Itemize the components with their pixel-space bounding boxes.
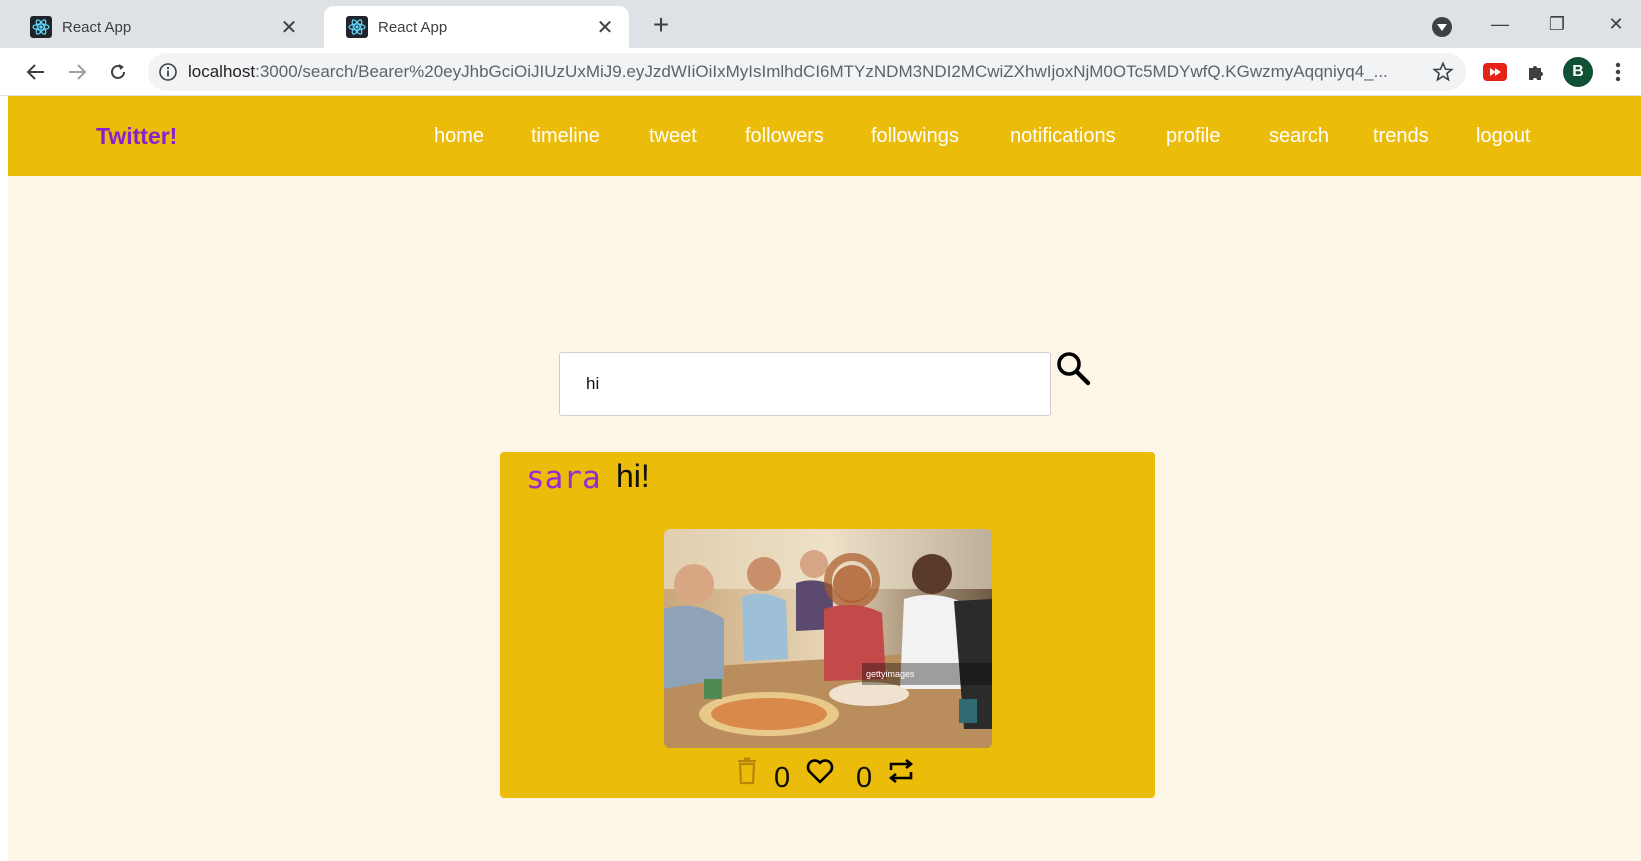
tab-title: React App: [62, 18, 132, 36]
puzzle-icon[interactable]: [1523, 60, 1549, 84]
react-logo-icon: [346, 16, 368, 38]
nav-logout[interactable]: logout: [1476, 125, 1531, 148]
close-icon[interactable]: ✕: [279, 15, 299, 40]
kebab-menu-icon[interactable]: [1610, 58, 1626, 86]
reload-icon[interactable]: [104, 58, 132, 86]
retweet-icon[interactable]: [886, 756, 916, 786]
search-icon[interactable]: [1053, 348, 1093, 388]
info-icon[interactable]: [158, 62, 178, 82]
tweet-username[interactable]: sara: [526, 460, 601, 496]
minimize-button[interactable]: —: [1480, 8, 1520, 40]
tab-search-icon[interactable]: [1432, 17, 1452, 37]
photo-watermark: gettyimages: [866, 669, 915, 679]
search-input[interactable]: [559, 352, 1051, 416]
tab-title: React App: [378, 18, 448, 36]
avatar[interactable]: B: [1563, 57, 1593, 87]
nav-tweet[interactable]: tweet: [649, 125, 697, 148]
restore-button[interactable]: ❐: [1537, 8, 1577, 40]
browser-tab-2[interactable]: React App ✕: [324, 6, 629, 48]
url-host: localhost: [188, 62, 256, 81]
forward-arrow-icon[interactable]: [63, 58, 91, 86]
new-tab-button[interactable]: +: [647, 11, 675, 40]
nav-trends[interactable]: trends: [1373, 125, 1429, 148]
tweet-actions: 0 0: [500, 754, 1155, 794]
like-count: 0: [774, 762, 791, 794]
tweet-photo: gettyimages: [664, 529, 992, 748]
heart-icon[interactable]: [805, 756, 835, 786]
close-icon[interactable]: ✕: [595, 15, 615, 40]
app-page: Twitter! home timeline tweet followers f…: [8, 96, 1641, 861]
tweet-card: sara hi! gettyimages 0 0: [500, 452, 1155, 798]
brand-logo[interactable]: Twitter!: [96, 123, 177, 150]
youtube-extension-icon[interactable]: [1482, 60, 1508, 84]
trash-icon[interactable]: [732, 756, 762, 786]
retweet-count: 0: [856, 762, 873, 794]
react-logo-icon: [30, 16, 52, 38]
nav-notifications[interactable]: notifications: [1010, 125, 1116, 148]
close-window-button[interactable]: ✕: [1596, 8, 1636, 40]
tweet-text: hi!: [616, 458, 650, 494]
url-path: :3000/search/Bearer%20eyJhbGciOiJIUzUxMi…: [255, 62, 1388, 81]
browser-tab-strip: React App ✕ React App ✕ + — ❐ ✕: [0, 0, 1641, 48]
app-navbar: Twitter! home timeline tweet followers f…: [8, 96, 1641, 176]
nav-followers[interactable]: followers: [745, 125, 824, 148]
nav-timeline[interactable]: timeline: [531, 125, 600, 148]
browser-tab-1[interactable]: React App ✕: [8, 6, 313, 48]
url-text: localhost:3000/search/Bearer%20eyJhbGciO…: [188, 62, 1424, 82]
address-bar[interactable]: localhost:3000/search/Bearer%20eyJhbGciO…: [148, 53, 1466, 91]
nav-profile[interactable]: profile: [1166, 125, 1220, 148]
star-icon[interactable]: [1432, 61, 1454, 83]
back-arrow-icon[interactable]: [22, 58, 50, 86]
nav-home[interactable]: home: [434, 125, 484, 148]
browser-toolbar: localhost:3000/search/Bearer%20eyJhbGciO…: [0, 48, 1641, 96]
nav-search[interactable]: search: [1269, 125, 1329, 148]
nav-followings[interactable]: followings: [871, 125, 959, 148]
